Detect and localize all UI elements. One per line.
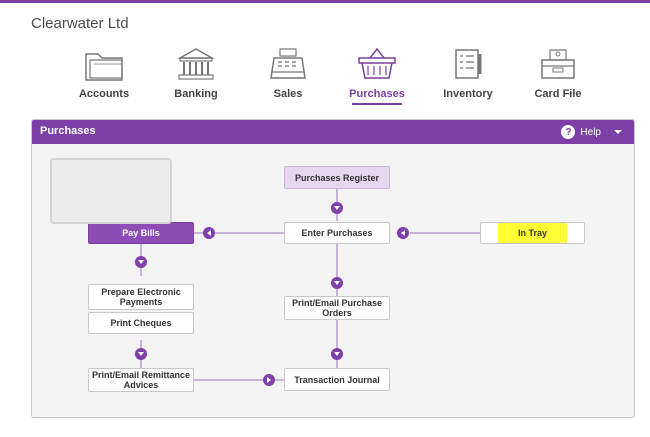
nav-label: Inventory	[443, 88, 493, 100]
nav-label: Purchases	[349, 88, 405, 100]
enter-purchases-button[interactable]: Enter Purchases	[284, 222, 390, 244]
nav-label: Accounts	[78, 88, 130, 100]
cash-register-icon	[248, 46, 328, 82]
nav-inventory[interactable]: Inventory	[428, 46, 508, 100]
bank-icon	[156, 46, 236, 82]
nav-card-file[interactable]: Card File	[518, 46, 598, 100]
nav-sales[interactable]: Sales	[248, 46, 328, 100]
print-email-purchase-orders-button[interactable]: Print/Email Purchase Orders	[284, 296, 390, 320]
nav-banking[interactable]: Banking	[156, 46, 236, 100]
print-email-remittance-advices-button[interactable]: Print/Email Remittance Advices	[88, 368, 194, 392]
payment-options-group	[50, 158, 172, 224]
chevron-down-icon	[614, 130, 622, 134]
print-cheques-button[interactable]: Print Cheques	[88, 312, 194, 334]
help-button[interactable]: ? Help	[561, 124, 622, 140]
in-tray-label: In Tray	[497, 223, 567, 243]
nav-accounts[interactable]: Accounts	[64, 46, 144, 100]
active-tab-indicator	[352, 103, 402, 105]
help-label: Help	[580, 126, 601, 138]
company-name: Clearwater Ltd	[31, 15, 129, 32]
panel-header: Purchases ? Help	[32, 120, 634, 144]
pay-bills-button[interactable]: Pay Bills	[88, 222, 194, 244]
in-tray-button[interactable]: In Tray	[480, 222, 585, 244]
nav-label: Card File	[534, 88, 582, 100]
folder-icon	[64, 46, 144, 82]
clipboard-icon	[428, 46, 508, 82]
prepare-electronic-payments-button[interactable]: Prepare Electronic Payments	[88, 284, 194, 310]
purchases-register-button[interactable]: Purchases Register	[284, 166, 390, 189]
panel-title: Purchases	[40, 125, 96, 137]
transaction-journal-button[interactable]: Transaction Journal	[284, 368, 390, 391]
top-accent-bar	[0, 0, 650, 3]
card-file-icon	[518, 46, 598, 82]
basket-icon	[337, 46, 417, 82]
nav-label: Banking	[174, 88, 218, 100]
help-icon: ?	[561, 125, 576, 139]
nav-purchases[interactable]: Purchases	[337, 46, 417, 105]
nav-label: Sales	[273, 88, 303, 100]
